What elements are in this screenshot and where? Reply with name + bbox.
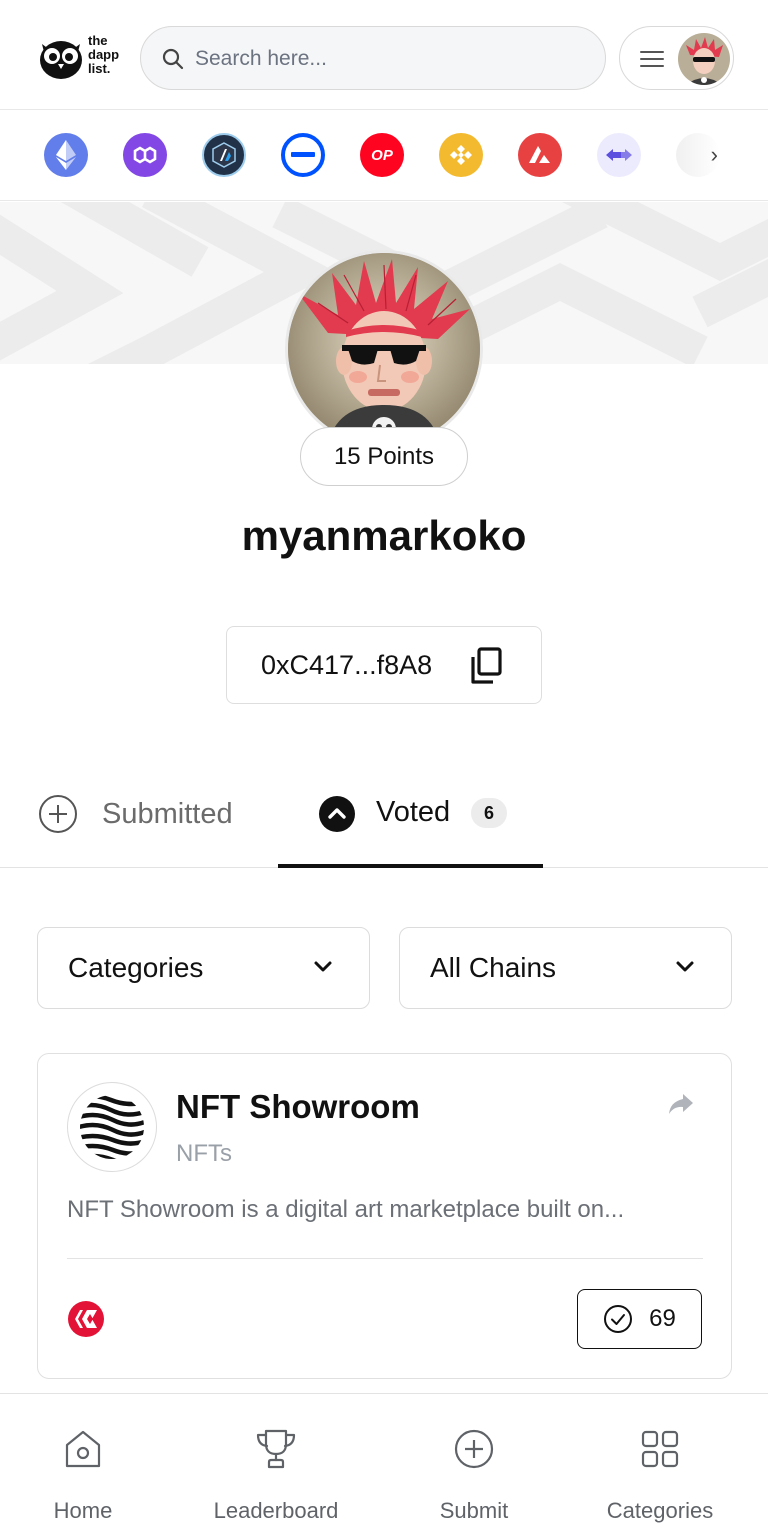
dapp-card[interactable]: NFT Showroom NFTs NFT Showroom is a digi…: [37, 1053, 732, 1379]
avalanche-chain-icon[interactable]: [518, 133, 562, 177]
polygon-chain-icon[interactable]: [123, 133, 167, 177]
points-badge: 15 Points: [300, 427, 468, 486]
upvote-circle-icon: [319, 796, 355, 832]
account-menu-button[interactable]: [619, 26, 734, 90]
categories-dropdown[interactable]: Categories: [37, 927, 370, 1009]
profile-username: myanmarkoko: [241, 512, 527, 559]
home-icon: [65, 1430, 101, 1468]
optimism-label: OP: [371, 146, 393, 164]
dapp-list-logo[interactable]: the dapp list.: [38, 32, 130, 84]
bottom-navigation: Home Leaderboard Submit Categories: [0, 1393, 768, 1538]
search-icon: [162, 48, 184, 70]
bridge-chain-icon[interactable]: [597, 133, 641, 177]
voted-count-badge: 6: [471, 798, 507, 828]
wallet-address: 0xC417...f8A8: [261, 649, 433, 680]
chains-dropdown-label: All Chains: [430, 952, 557, 983]
chain-filter-row: OP ›: [0, 111, 768, 201]
nav-leaderboard-label: Leaderboard: [213, 1498, 339, 1523]
trophy-icon: [256, 1429, 296, 1469]
dapp-name[interactable]: NFT Showroom: [176, 1088, 420, 1126]
optimism-chain-icon[interactable]: OP: [360, 133, 404, 177]
dapp-description: NFT Showroom is a digital art marketplac…: [67, 1196, 625, 1223]
logo-text-line: dapp: [88, 47, 120, 62]
nav-submit[interactable]: Submit: [424, 1394, 524, 1538]
grid-icon: [641, 1430, 679, 1468]
share-icon[interactable]: [667, 1092, 695, 1116]
plus-circle-icon: [39, 795, 77, 833]
card-divider: [67, 1258, 703, 1259]
search-input[interactable]: [195, 41, 585, 77]
search-bar[interactable]: [140, 26, 606, 90]
chevron-right-icon: ›: [710, 142, 718, 167]
profile-avatar: [285, 250, 483, 448]
hive-chain-icon: [68, 1301, 104, 1337]
chevron-down-icon: [676, 961, 694, 972]
base-chain-icon[interactable]: [281, 133, 325, 177]
nav-categories[interactable]: Categories: [595, 1394, 725, 1538]
hamburger-menu-icon: [640, 51, 664, 67]
nav-categories-label: Categories: [606, 1498, 714, 1523]
nav-submit-label: Submit: [439, 1498, 509, 1523]
nav-home[interactable]: Home: [33, 1394, 133, 1538]
wallet-address-box: 0xC417...f8A8: [226, 626, 542, 704]
arbitrum-chain-icon[interactable]: [202, 133, 246, 177]
tab-submitted-label: Submitted: [102, 797, 233, 830]
check-circle-icon: [604, 1305, 633, 1333]
ethereum-chain-icon[interactable]: [44, 133, 88, 177]
plus-circle-icon: [454, 1429, 494, 1469]
chains-dropdown[interactable]: All Chains: [399, 927, 732, 1009]
tab-voted-label: Voted: [376, 796, 451, 828]
copy-icon[interactable]: [469, 647, 503, 685]
dapp-logo: [67, 1082, 157, 1172]
nav-home-label: Home: [53, 1498, 113, 1523]
nav-leaderboard[interactable]: Leaderboard: [196, 1394, 356, 1538]
dapp-category: NFTs: [176, 1140, 232, 1167]
chevron-down-icon: [314, 961, 332, 972]
logo-text-line: the: [88, 33, 108, 48]
owl-logo-icon: [40, 41, 82, 79]
categories-dropdown-label: Categories: [68, 952, 204, 983]
tab-submitted[interactable]: Submitted: [38, 792, 233, 836]
profile-tabs: Submitted Voted 6: [0, 760, 768, 868]
vote-count: 69: [649, 1305, 676, 1332]
vote-button[interactable]: 69: [577, 1289, 702, 1349]
logo-text-line: list.: [88, 61, 111, 76]
top-header: the dapp list.: [0, 0, 768, 110]
logo-wordmark: the dapp list.: [88, 34, 119, 76]
tab-voted[interactable]: Voted 6: [278, 760, 543, 868]
user-avatar-small: [678, 33, 730, 85]
bnb-chain-icon[interactable]: [439, 133, 483, 177]
chains-scroll-right-button[interactable]: ›: [676, 133, 720, 177]
